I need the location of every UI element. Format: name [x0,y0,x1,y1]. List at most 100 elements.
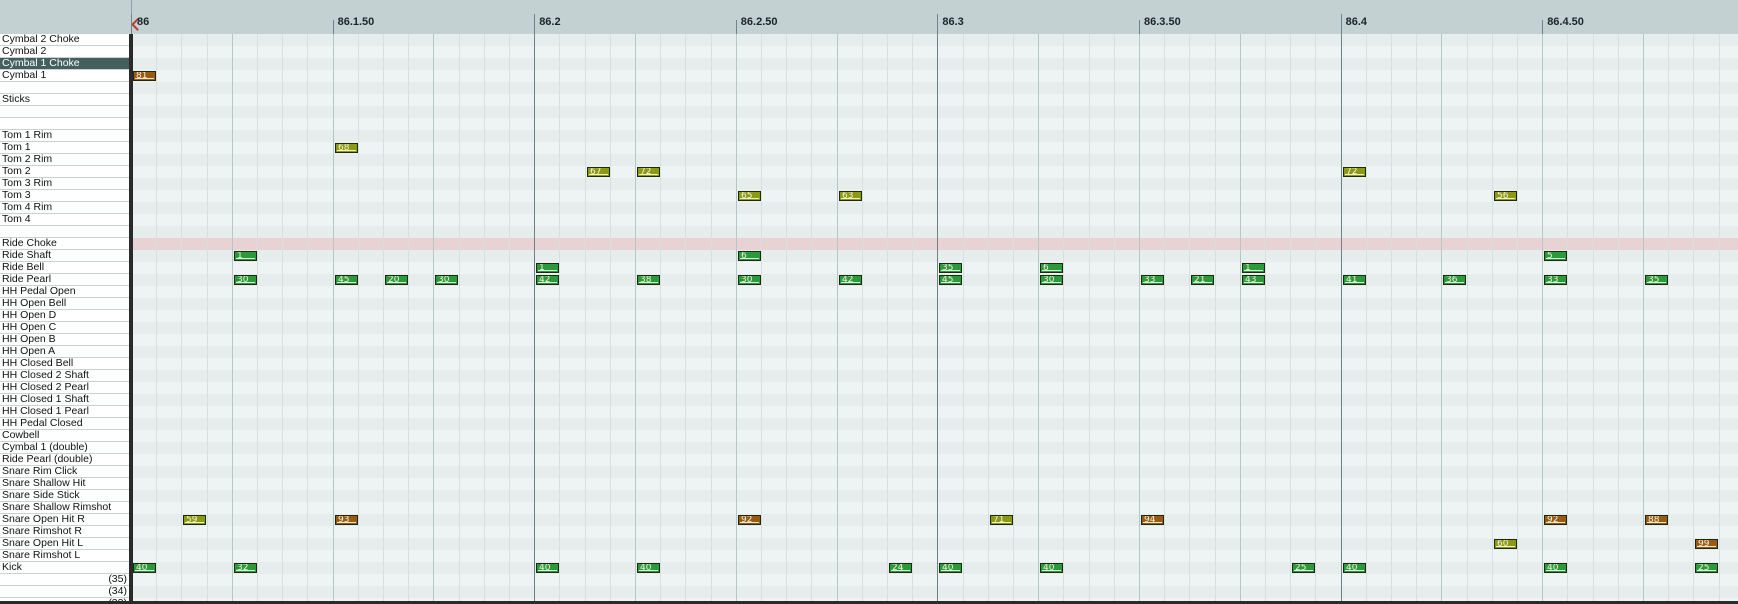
grid-lane[interactable] [131,346,1738,358]
grid-lane[interactable] [131,478,1738,490]
drum-note[interactable]: 81 [133,71,156,81]
drum-note-grid[interactable]: 81 68 67 72 72 65 63 56 1 6 5 1 35 6 1 30 45 20 30 42 38 30 42… [131,34,1738,604]
lane-name[interactable]: Tom 4 Rim [0,202,129,214]
time-ruler[interactable]: 86 86.1.50 86.2 86.2.50 86.3 86.3.50 86.4 86.4.… [0,0,1738,35]
lane-name[interactable]: Cymbal 1 Choke [0,58,129,70]
lane-name[interactable]: Cymbal 1 (double) [0,442,129,454]
grid-lane[interactable] [131,562,1738,574]
lane-name[interactable]: Tom 1 Rim [0,130,129,142]
drum-note[interactable]: 6 [1040,263,1063,273]
lane-name[interactable]: Kick [0,562,129,574]
grid-lane[interactable] [131,370,1738,382]
lane-name[interactable]: Sticks [0,94,129,106]
drum-note[interactable]: 24 [889,563,912,573]
grid-lane[interactable] [131,310,1738,322]
drum-note[interactable]: 72 [1343,167,1366,177]
lane-name[interactable]: Snare Rimshot R [0,526,129,538]
drum-note[interactable]: 63 [839,191,862,201]
drum-note[interactable]: 42 [536,275,559,285]
drum-note[interactable]: 6 [738,251,761,261]
grid-lane[interactable] [131,454,1738,466]
lane-name[interactable]: HH Closed 1 Pearl [0,406,129,418]
grid-lane[interactable] [131,430,1738,442]
lane-name[interactable]: Ride Pearl (double) [0,454,129,466]
lane-name[interactable]: HH Closed 2 Shaft [0,370,129,382]
lane-name[interactable]: Tom 3 [0,190,129,202]
drum-note[interactable]: 33 [1544,275,1567,285]
grid-lane[interactable] [131,334,1738,346]
lane-name[interactable]: HH Open C [0,322,129,334]
grid-lane[interactable] [131,142,1738,154]
grid-lane[interactable] [131,466,1738,478]
grid-lane[interactable] [131,58,1738,70]
grid-lane[interactable] [131,262,1738,274]
lane-name[interactable] [0,82,129,94]
grid-lane[interactable] [131,442,1738,454]
lane-name[interactable] [0,106,129,118]
lane-name[interactable]: Snare Open Hit L [0,538,129,550]
drum-note[interactable]: 60 [1494,539,1517,549]
grid-lane[interactable] [131,202,1738,214]
drum-note[interactable]: 38 [637,275,660,285]
lane-name[interactable]: Tom 4 [0,214,129,226]
grid-lane[interactable] [131,514,1738,526]
lane-name[interactable]: Cymbal 2 Choke [0,34,129,46]
drum-note[interactable]: 35 [939,263,962,273]
grid-lane[interactable] [131,550,1738,562]
grid-lane[interactable] [131,526,1738,538]
lane-name[interactable]: HH Open D [0,310,129,322]
lane-name[interactable]: HH Closed 2 Pearl [0,382,129,394]
lane-name[interactable]: Snare Shallow Rimshot [0,502,129,514]
grid-lane[interactable] [131,106,1738,118]
grid-lane[interactable] [131,358,1738,370]
drum-note[interactable]: 92 [738,515,761,525]
drum-note[interactable]: 30 [234,275,257,285]
grid-lane[interactable] [131,382,1738,394]
grid-lane[interactable] [131,226,1738,238]
drum-note[interactable]: 42 [839,275,862,285]
lane-name[interactable]: HH Open B [0,334,129,346]
lane-name[interactable]: Tom 3 Rim [0,178,129,190]
lane-name[interactable] [0,226,129,238]
grid-lane[interactable] [131,490,1738,502]
lane-name[interactable]: HH Open Bell [0,298,129,310]
grid-lane[interactable] [131,406,1738,418]
lane-name[interactable]: Tom 2 [0,166,129,178]
drum-note[interactable]: 25 [1695,563,1718,573]
lane-name[interactable]: Cowbell [0,430,129,442]
drum-note[interactable]: 92 [1544,515,1567,525]
grid-lane[interactable] [131,394,1738,406]
lane-name[interactable]: Cymbal 1 [0,70,129,82]
drum-note[interactable]: 99 [1695,539,1718,549]
grid-lane[interactable] [131,82,1738,94]
drum-note[interactable]: 65 [738,191,761,201]
grid-lane[interactable] [131,250,1738,262]
lane-name[interactable]: Ride Pearl [0,274,129,286]
grid-lane[interactable] [131,322,1738,334]
drum-note[interactable]: 45 [939,275,962,285]
drum-note[interactable]: 21 [1191,275,1214,285]
drum-note[interactable]: 59 [183,515,206,525]
drum-note[interactable]: 88 [1645,515,1668,525]
lane-name[interactable]: Tom 1 [0,142,129,154]
drum-note[interactable]: 40 [939,563,962,573]
drum-note[interactable]: 93 [335,515,358,525]
drum-note[interactable]: 40 [637,563,660,573]
grid-lane[interactable] [131,94,1738,106]
drum-note[interactable]: 30 [1040,275,1063,285]
drum-note[interactable]: 25 [1292,563,1315,573]
grid-lane[interactable] [131,46,1738,58]
lane-name[interactable]: HH Pedal Closed [0,418,129,430]
drum-note[interactable]: 30 [738,275,761,285]
drum-note[interactable]: 45 [335,275,358,285]
drum-note[interactable]: 56 [1494,191,1517,201]
drum-note[interactable]: 71 [990,515,1013,525]
drum-note[interactable]: 40 [1544,563,1567,573]
drum-note[interactable]: 30 [435,275,458,285]
drum-note[interactable]: 5 [1544,251,1567,261]
drum-note[interactable]: 40 [133,563,156,573]
drum-note[interactable]: 1 [536,263,559,273]
lane-name[interactable]: HH Pedal Open [0,286,129,298]
grid-lane[interactable] [131,166,1738,178]
drum-note[interactable]: 41 [1343,275,1366,285]
